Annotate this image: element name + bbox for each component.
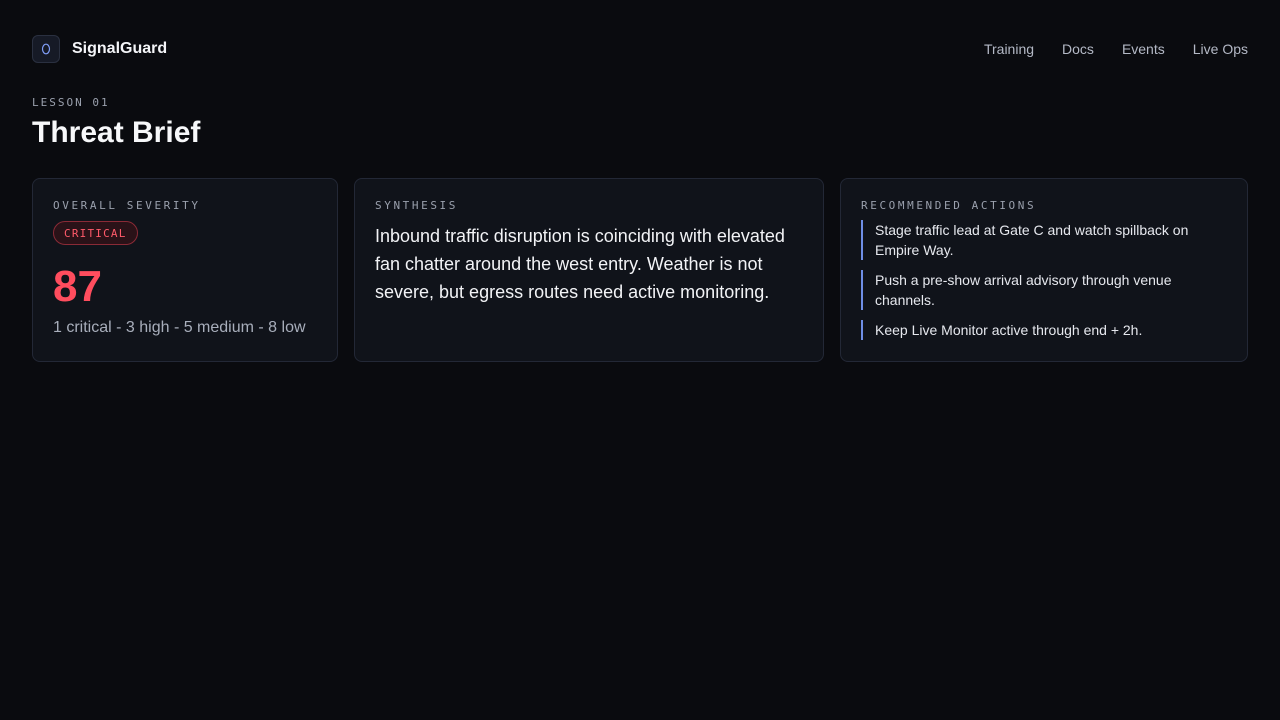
critical-badge: CRITICAL	[53, 221, 138, 245]
synthesis-card: SYNTHESIS Inbound traffic disruption is …	[354, 178, 824, 362]
recommended-actions-label: RECOMMENDED ACTIONS	[861, 199, 1037, 212]
recommended-actions-card: RECOMMENDED ACTIONS Stage traffic lead a…	[840, 178, 1248, 362]
synthesis-label: SYNTHESIS	[375, 199, 459, 212]
nav-link-live-ops[interactable]: Live Ops	[1193, 41, 1248, 57]
action-item: Keep Live Monitor active through end + 2…	[861, 320, 1227, 340]
signalguard-logo-icon	[32, 35, 60, 63]
synthesis-text: Inbound traffic disruption is coinciding…	[375, 226, 785, 302]
brand-name: SignalGuard	[72, 40, 168, 57]
nav-link-docs[interactable]: Docs	[1062, 41, 1094, 57]
severity-label: OVERALL SEVERITY	[53, 199, 201, 212]
action-item: Stage traffic lead at Gate C and watch s…	[861, 220, 1227, 260]
lesson-eyebrow: LESSON 01	[32, 96, 110, 109]
nav-link-training[interactable]: Training	[984, 41, 1034, 57]
severity-card: OVERALL SEVERITY CRITICAL 87 1 critical …	[32, 178, 338, 362]
brand[interactable]: SignalGuard	[32, 35, 167, 63]
nav-link-events[interactable]: Events	[1122, 41, 1165, 57]
actions-list: Stage traffic lead at Gate C and watch s…	[861, 220, 1227, 340]
page-title: Threat Brief	[32, 116, 201, 149]
top-bar: SignalGuard Training Docs Events Live Op…	[32, 35, 1248, 63]
severity-breakdown: 1 critical - 3 high - 5 medium - 8 low	[53, 319, 306, 336]
main-nav: Training Docs Events Live Ops	[984, 41, 1248, 57]
action-item: Push a pre-show arrival advisory through…	[861, 270, 1227, 310]
severity-score: 87	[53, 262, 102, 311]
